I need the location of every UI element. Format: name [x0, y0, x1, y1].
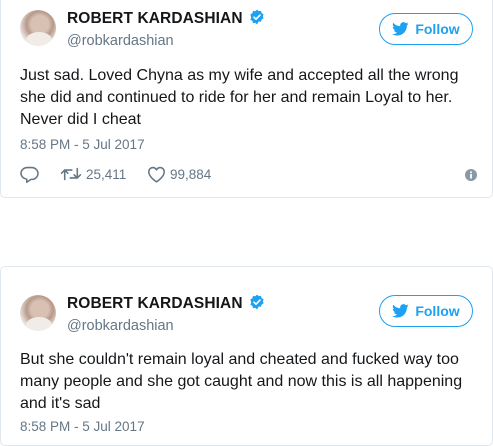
- author-name-text[interactable]: ROBERT KARDASHIAN: [67, 295, 243, 312]
- author-handle[interactable]: @robkardashian: [67, 33, 174, 49]
- verified-icon: [250, 9, 264, 25]
- follow-button[interactable]: Follow: [379, 13, 473, 45]
- avatar[interactable]: [20, 10, 56, 46]
- tweet-card[interactable]: ROBERT KARDASHIAN @robkardashian Follow …: [0, 0, 493, 198]
- follow-button[interactable]: Follow: [379, 295, 473, 327]
- twitter-bird-icon: [392, 22, 409, 36]
- tweet-card[interactable]: ROBERT KARDASHIAN @robkardashian Follow …: [0, 266, 493, 446]
- reply-icon: [20, 166, 39, 183]
- retweet-count: 25,411: [86, 166, 127, 182]
- like-count: 99,884: [170, 167, 212, 182]
- verified-icon: [250, 294, 264, 310]
- tweet-timestamp[interactable]: 8:58 PM - 5 Jul 2017: [20, 137, 145, 152]
- info-icon[interactable]: [465, 169, 477, 181]
- twitter-bird-icon: [392, 304, 409, 318]
- avatar[interactable]: [20, 295, 56, 331]
- retweet-icon: [60, 167, 82, 181]
- follow-button-label[interactable]: Follow: [415, 21, 459, 37]
- tweet-actions: 25,411 99,884: [20, 166, 480, 184]
- follow-button-label[interactable]: Follow: [415, 303, 459, 319]
- author-name[interactable]: ROBERT KARDASHIAN: [67, 9, 265, 28]
- retweet-button[interactable]: 25,411: [60, 166, 126, 182]
- author-handle[interactable]: @robkardashian: [67, 318, 174, 334]
- author-name-text[interactable]: ROBERT KARDASHIAN: [67, 10, 243, 27]
- reply-button[interactable]: [20, 166, 43, 183]
- like-button[interactable]: 99,884: [147, 166, 211, 183]
- tweet-text: Just sad. Loved Chyna as my wife and acc…: [20, 67, 459, 128]
- tweet-text: But she couldn't remain loyal and cheate…: [20, 351, 463, 412]
- like-icon: [147, 166, 165, 183]
- author-name[interactable]: ROBERT KARDASHIAN: [67, 294, 265, 313]
